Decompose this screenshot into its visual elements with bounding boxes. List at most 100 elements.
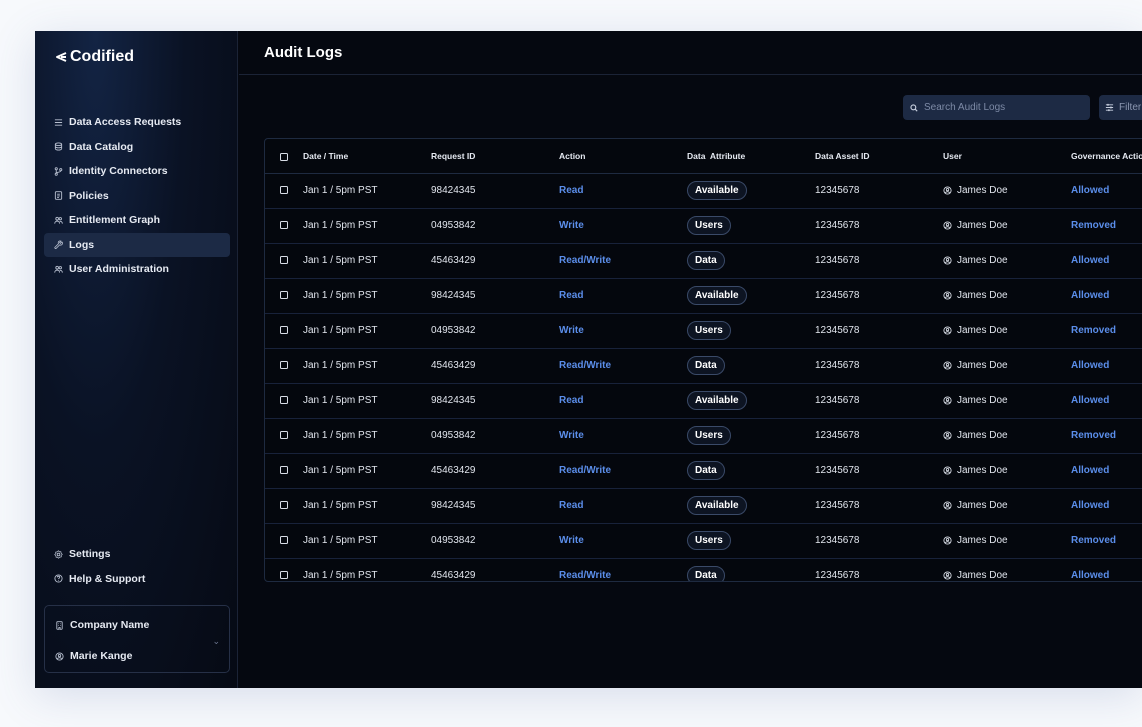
row-checkbox[interactable]: [280, 396, 288, 405]
table-row[interactable]: Jan 1 / 5pm PST 45463429 Read/Write Data 123…: [265, 243, 1142, 279]
governance-action-link[interactable]: Removed: [1071, 430, 1116, 441]
company-switcher[interactable]: Company Name Marie Kange ⌄: [44, 605, 230, 673]
table-row[interactable]: Jan 1 / 5pm PST 98424345 Read Available 1234…: [265, 173, 1142, 209]
action-link[interactable]: Read/Write: [559, 360, 611, 371]
user-name: James Doe: [957, 325, 1008, 336]
sidebar-item-data-catalog[interactable]: Data Catalog: [44, 135, 230, 160]
row-select-cell: [265, 173, 303, 209]
action-link[interactable]: Read: [559, 500, 583, 511]
app-name: Codified: [70, 48, 134, 65]
user-name: James Doe: [957, 290, 1008, 301]
table-row[interactable]: Jan 1 / 5pm PST 45463429 Read/Write Data 123…: [265, 348, 1142, 384]
asset-id-cell: 12345678: [815, 523, 943, 559]
action-link[interactable]: Write: [559, 430, 584, 441]
row-checkbox[interactable]: [280, 326, 288, 335]
sidebar-bottom-nav: Settings Help & Support: [44, 542, 230, 591]
action-link[interactable]: Write: [559, 535, 584, 546]
column-header-date[interactable]: Date / Time: [303, 139, 431, 174]
column-header-data-asset-id[interactable]: Data Asset ID: [815, 139, 943, 174]
search-icon: [910, 103, 918, 112]
table-row[interactable]: Jan 1 / 5pm PST 45463429 Read/Write Data 123…: [265, 453, 1142, 489]
row-checkbox[interactable]: [280, 571, 288, 580]
data-attribute-cell: Available: [687, 173, 815, 209]
column-header-data-attribute[interactable]: Data Attribute: [687, 139, 815, 174]
action-link[interactable]: Read/Write: [559, 255, 611, 266]
table-row[interactable]: Jan 1 / 5pm PST 98424345 Read Available 1234…: [265, 278, 1142, 314]
governance-action-link[interactable]: Allowed: [1071, 360, 1109, 371]
logo[interactable]: Codified: [55, 48, 134, 66]
table-row[interactable]: Jan 1 / 5pm PST 04953842 Write Users 1234567…: [265, 313, 1142, 349]
table-row[interactable]: Jan 1 / 5pm PST 04953842 Write Users 1234567…: [265, 208, 1142, 244]
action-link[interactable]: Read: [559, 395, 583, 406]
column-header-governance-action[interactable]: Governance Action: [1071, 139, 1142, 174]
sidebar-item-user-administration[interactable]: User Administration: [44, 257, 230, 282]
filter-button[interactable]: Filter: [1099, 95, 1142, 120]
governance-action-link[interactable]: Removed: [1071, 325, 1116, 336]
row-select-cell: [265, 488, 303, 524]
governance-action-link[interactable]: Allowed: [1071, 395, 1109, 406]
action-link[interactable]: Read: [559, 290, 583, 301]
sidebar-item-policies[interactable]: Policies: [44, 184, 230, 209]
governance-action-link[interactable]: Allowed: [1071, 290, 1109, 301]
data-attribute-cell: Data: [687, 348, 815, 384]
row-checkbox[interactable]: [280, 431, 288, 440]
user-cell: James Doe: [943, 173, 1071, 209]
row-checkbox[interactable]: [280, 291, 288, 300]
user-circle-icon: [943, 571, 952, 580]
governance-action-link[interactable]: Allowed: [1071, 255, 1109, 266]
row-select-cell: [265, 243, 303, 279]
user-cell: James Doe: [943, 278, 1071, 314]
table-row[interactable]: Jan 1 / 5pm PST 04953842 Write Users 1234567…: [265, 523, 1142, 559]
action-link[interactable]: Read: [559, 185, 583, 196]
sidebar-item-data-access-requests[interactable]: Data Access Requests: [44, 110, 230, 135]
user-row: Marie Kange: [55, 650, 132, 662]
column-header-action[interactable]: Action: [559, 139, 687, 174]
help-icon: [54, 574, 63, 583]
governance-action-cell: Removed: [1071, 313, 1142, 349]
search-box[interactable]: [903, 95, 1090, 120]
action-link[interactable]: Write: [559, 220, 584, 231]
table-row[interactable]: Jan 1 / 5pm PST 45463429 Read/Write Data 123…: [265, 558, 1142, 581]
user-name: James Doe: [957, 535, 1008, 546]
governance-action-link[interactable]: Allowed: [1071, 570, 1109, 581]
select-all-checkbox[interactable]: [280, 152, 288, 161]
column-header-user[interactable]: User: [943, 139, 1071, 174]
sidebar-item-identity-connectors[interactable]: Identity Connectors: [44, 159, 230, 184]
governance-action-cell: Allowed: [1071, 173, 1142, 209]
governance-action-link[interactable]: Allowed: [1071, 500, 1109, 511]
sidebar-item-settings[interactable]: Settings: [44, 542, 230, 567]
table-row[interactable]: Jan 1 / 5pm PST 98424345 Read Available 1234…: [265, 383, 1142, 419]
sidebar-item-entitlement-graph[interactable]: Entitlement Graph: [44, 208, 230, 233]
action-link[interactable]: Write: [559, 325, 584, 336]
request-id-cell: 45463429: [431, 243, 559, 279]
action-link[interactable]: Read/Write: [559, 570, 611, 581]
governance-action-link[interactable]: Allowed: [1071, 465, 1109, 476]
row-checkbox[interactable]: [280, 466, 288, 475]
row-checkbox[interactable]: [280, 186, 288, 195]
table-row[interactable]: Jan 1 / 5pm PST 04953842 Write Users 1234567…: [265, 418, 1142, 454]
data-attribute-cell: Data: [687, 558, 815, 581]
row-checkbox[interactable]: [280, 221, 288, 230]
action-cell: Read: [559, 173, 687, 209]
row-checkbox[interactable]: [280, 536, 288, 545]
action-link[interactable]: Read/Write: [559, 465, 611, 476]
chevron-down-icon[interactable]: ⌄: [212, 636, 220, 647]
row-checkbox[interactable]: [280, 256, 288, 265]
column-header-request-id[interactable]: Request ID: [431, 139, 559, 174]
user-name: Marie Kange: [70, 650, 133, 662]
governance-action-link[interactable]: Allowed: [1071, 185, 1109, 196]
sidebar-item-logs[interactable]: Logs: [44, 232, 230, 257]
user-circle-icon: [943, 466, 952, 475]
governance-action-link[interactable]: Removed: [1071, 535, 1116, 546]
table-row[interactable]: Jan 1 / 5pm PST 98424345 Read Available 1234…: [265, 488, 1142, 524]
row-select-cell: [265, 453, 303, 489]
row-checkbox[interactable]: [280, 501, 288, 510]
user-cell: James Doe: [943, 348, 1071, 384]
data-attribute-cell: Users: [687, 523, 815, 559]
governance-action-link[interactable]: Removed: [1071, 220, 1116, 231]
row-checkbox[interactable]: [280, 361, 288, 370]
sidebar-item-help-support[interactable]: Help & Support: [44, 567, 230, 592]
request-id-cell: 45463429: [431, 453, 559, 489]
sidebar-item-label: Help & Support: [69, 572, 146, 585]
search-input[interactable]: [924, 102, 1084, 113]
